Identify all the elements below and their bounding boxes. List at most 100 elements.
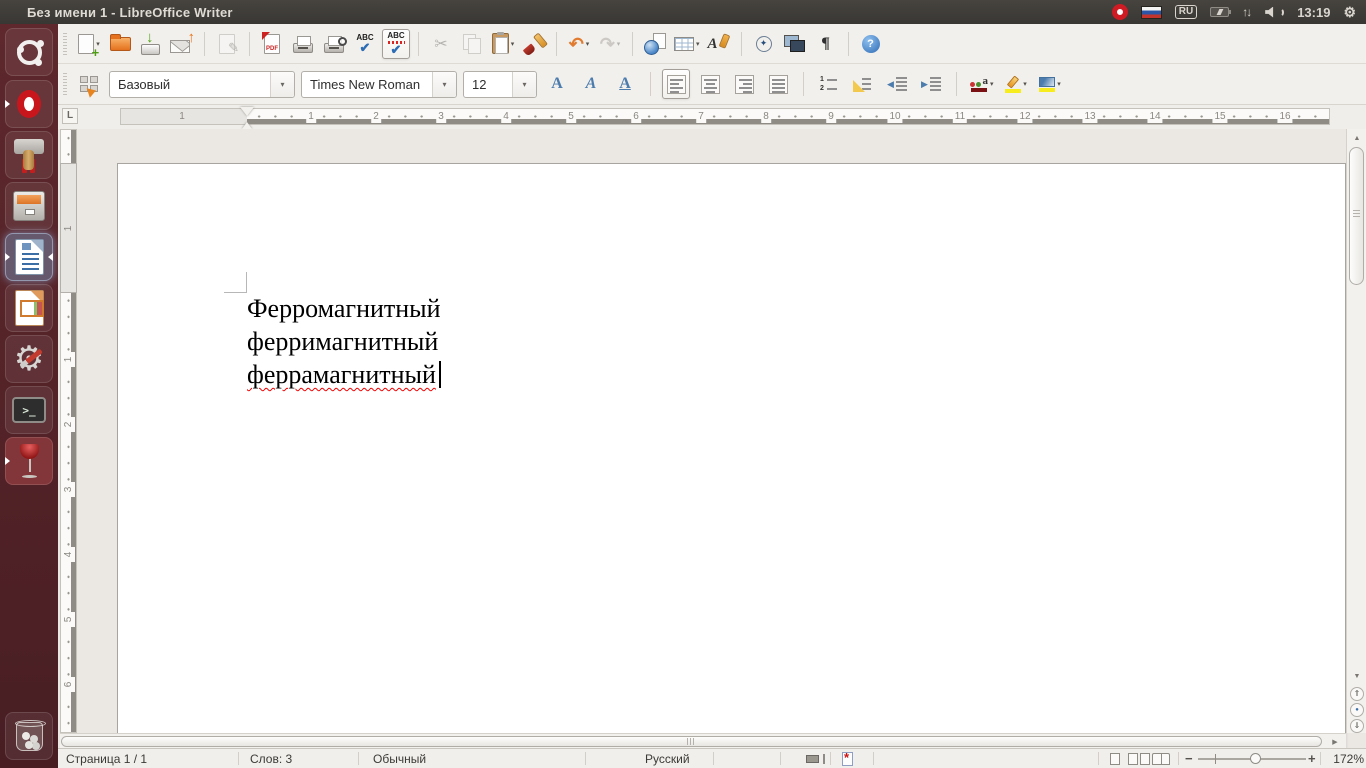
launcher-item-trash[interactable] bbox=[5, 712, 53, 760]
paragraph-style-combo[interactable]: Базовый▾ bbox=[109, 71, 295, 98]
session-gear-icon[interactable]: ⚙ bbox=[1343, 5, 1356, 19]
network-arrows-icon[interactable]: ↑↓ bbox=[1242, 5, 1252, 19]
auto-spellcheck-button[interactable]: ABC✔ bbox=[382, 29, 410, 59]
new-document-button[interactable]: +▾ bbox=[75, 29, 103, 59]
horizontal-scrollbar[interactable]: ▶ bbox=[60, 733, 1346, 748]
multi-page-view-button[interactable] bbox=[1128, 753, 1138, 765]
paste-button[interactable]: ▾ bbox=[489, 29, 517, 59]
dropdown-arrow-icon[interactable]: ▾ bbox=[1023, 80, 1027, 88]
keyboard-layout-indicator[interactable]: RU bbox=[1175, 5, 1197, 19]
highlight-color-button[interactable]: ▾ bbox=[1002, 69, 1030, 99]
bullet-list-button[interactable] bbox=[849, 69, 877, 99]
text-line-1[interactable]: Ферромагнитный bbox=[247, 292, 441, 325]
combo-dropdown-button[interactable]: ▾ bbox=[270, 72, 294, 97]
word-count[interactable]: Слов: 3 bbox=[250, 752, 292, 766]
scroll-up-button[interactable]: ▲ bbox=[1349, 131, 1365, 145]
clone-formatting-button[interactable] bbox=[520, 29, 548, 59]
dropdown-arrow-icon[interactable]: ▾ bbox=[1057, 80, 1061, 88]
russian-flag-icon[interactable] bbox=[1141, 6, 1162, 19]
copy-button[interactable] bbox=[458, 29, 486, 59]
vertical-ruler[interactable]: 1 1 2 3 4 5 6 bbox=[60, 129, 77, 733]
italic-button[interactable]: A bbox=[577, 69, 605, 99]
document-modified-icon[interactable]: * bbox=[842, 752, 853, 766]
battery-icon[interactable] bbox=[1210, 7, 1229, 17]
vertical-scrollbar-thumb[interactable] bbox=[1349, 147, 1364, 285]
dropdown-arrow-icon[interactable]: ▾ bbox=[696, 40, 700, 48]
redo-button[interactable]: ↷▾ bbox=[596, 29, 624, 59]
align-center-button[interactable] bbox=[696, 69, 724, 99]
next-page-button[interactable]: ⇓ bbox=[1350, 719, 1364, 733]
gallery-button[interactable] bbox=[781, 29, 809, 59]
launcher-item-impress[interactable] bbox=[5, 284, 53, 332]
document-page[interactable] bbox=[117, 163, 1346, 748]
launcher-item-dash[interactable] bbox=[5, 28, 53, 76]
launcher-item-settings[interactable]: ⚙ bbox=[5, 335, 53, 383]
dropdown-arrow-icon[interactable]: ▾ bbox=[990, 80, 994, 88]
styles-formatting-button[interactable] bbox=[75, 69, 103, 99]
edit-file-button[interactable]: ✎ bbox=[213, 29, 241, 59]
dropdown-arrow-icon[interactable]: ▾ bbox=[617, 40, 621, 48]
font-size-combo[interactable]: 12▾ bbox=[463, 71, 537, 98]
help-button[interactable]: ? bbox=[857, 29, 885, 59]
horizontal-scrollbar-thumb[interactable] bbox=[61, 736, 1322, 747]
dropdown-arrow-icon[interactable]: ▾ bbox=[586, 40, 590, 48]
launcher-item-writer[interactable] bbox=[5, 233, 53, 281]
zoom-level[interactable]: 172% bbox=[1320, 752, 1364, 766]
combo-dropdown-button[interactable]: ▾ bbox=[432, 72, 456, 97]
bold-button[interactable]: A bbox=[543, 69, 571, 99]
navigation-button[interactable]: ● bbox=[1350, 703, 1364, 717]
clock[interactable]: 13:19 bbox=[1297, 5, 1330, 20]
opera-indicator-icon[interactable] bbox=[1112, 4, 1128, 20]
zoom-in-button[interactable]: + bbox=[1308, 751, 1316, 766]
text-language[interactable]: Русский bbox=[645, 752, 690, 766]
font-name-combo[interactable]: Times New Roman▾ bbox=[301, 71, 457, 98]
combo-dropdown-button[interactable]: ▾ bbox=[512, 72, 536, 97]
horizontal-ruler[interactable]: 1 1 2 3 4 5 6 7 8 9 10 11 12 13 14 15 16 bbox=[120, 108, 1330, 125]
misspelled-word[interactable]: феррамагнитный bbox=[247, 360, 436, 389]
undo-button[interactable]: ↶▾ bbox=[565, 29, 593, 59]
launcher-item-wine[interactable] bbox=[5, 437, 53, 485]
print-button[interactable] bbox=[289, 29, 317, 59]
cut-button[interactable]: ✂ bbox=[427, 29, 455, 59]
launcher-item-dictionary[interactable] bbox=[5, 131, 53, 179]
zoom-out-button[interactable]: − bbox=[1185, 751, 1193, 766]
background-color-button[interactable]: ▾ bbox=[1036, 69, 1064, 99]
indent-marker[interactable] bbox=[240, 107, 254, 128]
numbered-list-button[interactable]: 12 bbox=[815, 69, 843, 99]
text-line-3[interactable]: феррамагнитный bbox=[247, 358, 441, 391]
export-pdf-button[interactable]: PDF bbox=[258, 29, 286, 59]
underline-button[interactable]: A bbox=[611, 69, 639, 99]
hyperlink-button[interactable] bbox=[641, 29, 669, 59]
vertical-scrollbar[interactable]: ▲ ▼ ⇑ ● ⇓ bbox=[1346, 129, 1366, 733]
sound-icon[interactable] bbox=[1265, 7, 1284, 18]
formatting-marks-button[interactable]: ¶ bbox=[812, 29, 840, 59]
save-button[interactable]: ↓ bbox=[137, 29, 165, 59]
tab-stop-selector[interactable]: L bbox=[62, 108, 78, 124]
spelling-button[interactable]: ABC✔ bbox=[351, 29, 379, 59]
text-line-2[interactable]: ферримагнитный bbox=[247, 325, 441, 358]
dropdown-arrow-icon[interactable]: ▾ bbox=[511, 40, 515, 48]
navigator-button[interactable]: ✦ bbox=[750, 29, 778, 59]
justify-button[interactable] bbox=[764, 69, 792, 99]
scroll-right-button[interactable]: ▶ bbox=[1326, 735, 1344, 748]
book-view-button[interactable] bbox=[1152, 753, 1170, 765]
draw-functions-button[interactable]: A bbox=[705, 29, 733, 59]
insert-table-button[interactable]: ▾ bbox=[672, 29, 702, 59]
single-page-view-button[interactable] bbox=[1110, 753, 1120, 765]
page-count[interactable]: Страница 1 / 1 bbox=[66, 752, 147, 766]
scroll-down-button[interactable]: ▼ bbox=[1349, 669, 1365, 683]
previous-page-button[interactable]: ⇑ bbox=[1350, 687, 1364, 701]
align-right-button[interactable] bbox=[730, 69, 758, 99]
email-button[interactable]: ↑ bbox=[168, 29, 196, 59]
zoom-slider-thumb[interactable] bbox=[1250, 753, 1261, 764]
launcher-item-opera[interactable] bbox=[5, 80, 53, 128]
document-text[interactable]: Ферромагнитный ферримагнитный феррамагни… bbox=[247, 292, 441, 391]
selection-mode-icon[interactable] bbox=[806, 755, 819, 763]
font-color-button[interactable]: a▾ bbox=[968, 69, 996, 99]
open-button[interactable] bbox=[106, 29, 134, 59]
print-preview-button[interactable] bbox=[320, 29, 348, 59]
align-left-button[interactable] bbox=[662, 69, 690, 99]
page-style[interactable]: Обычный bbox=[373, 752, 426, 766]
decrease-indent-button[interactable]: ◀ bbox=[883, 69, 911, 99]
launcher-item-file-cabinet[interactable] bbox=[5, 182, 53, 230]
